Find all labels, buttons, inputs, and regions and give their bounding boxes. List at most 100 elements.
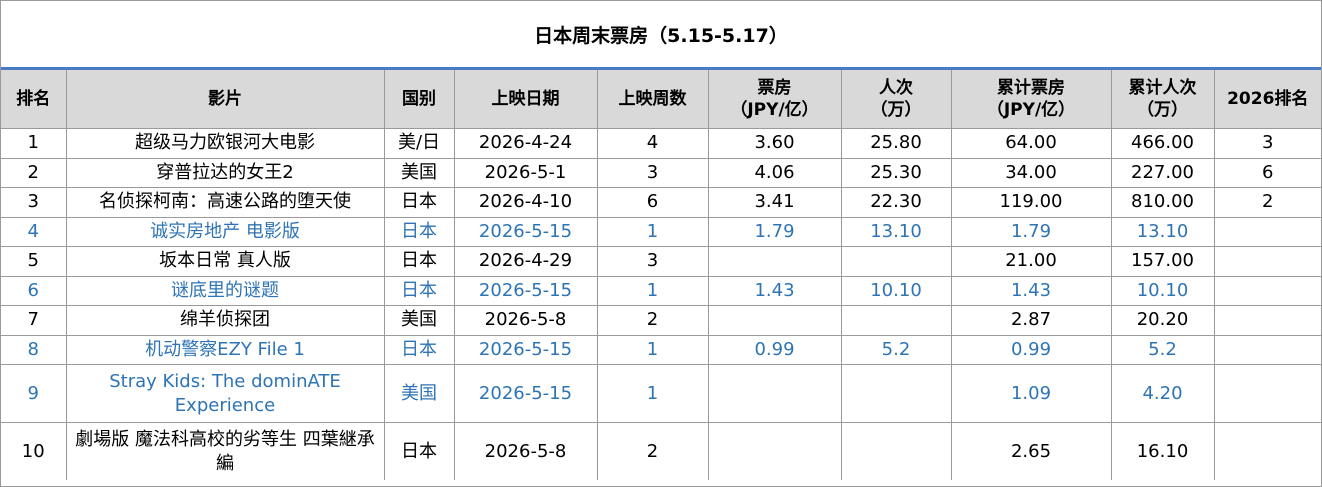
cell-total-admissions[interactable]: 157.00 [1110,246,1215,277]
cell-total-admissions[interactable]: 16.10 [1110,422,1215,480]
cell-weeks[interactable]: 3 [596,157,709,188]
cell-release-date[interactable]: 2026-4-10 [453,187,598,218]
cell-total-admissions[interactable]: 810.00 [1110,187,1215,218]
cell-gross[interactable]: 3.60 [707,128,842,159]
cell-release-date[interactable]: 2026-5-8 [453,305,598,336]
cell-country[interactable]: 日本 [383,275,455,306]
cell-admissions[interactable] [840,422,952,480]
cell-admissions[interactable]: 25.80 [840,128,952,159]
cell-total-admissions[interactable]: 4.20 [1110,364,1215,423]
cell-total-gross[interactable]: 0.99 [950,334,1112,365]
cell-film[interactable]: Stray Kids: The dominATE Experience [65,364,385,423]
cell-gross[interactable]: 0.99 [707,334,842,365]
cell-admissions[interactable]: 5.2 [840,334,952,365]
cell-total-gross[interactable]: 1.43 [950,275,1112,306]
cell-rank[interactable]: 10 [1,422,67,480]
cell-total-gross[interactable]: 2.87 [950,305,1112,336]
header-film[interactable]: 影片 [65,70,385,129]
cell-admissions[interactable]: 13.10 [840,216,952,247]
cell-release-date[interactable]: 2026-4-24 [453,128,598,159]
cell-release-date[interactable]: 2026-5-15 [453,334,598,365]
cell-rank[interactable]: 4 [1,216,67,247]
cell-admissions[interactable]: 25.30 [840,157,952,188]
cell-release-date[interactable]: 2026-5-15 [453,275,598,306]
cell-gross[interactable] [707,246,842,277]
header-gross[interactable]: 票房 （JPY/亿） [707,70,842,129]
cell-rank-2026[interactable] [1213,246,1321,277]
cell-weeks[interactable]: 1 [596,334,709,365]
cell-country[interactable]: 美国 [383,157,455,188]
cell-total-gross[interactable]: 64.00 [950,128,1112,159]
cell-total-gross[interactable]: 1.09 [950,364,1112,423]
cell-film[interactable]: 坂本日常 真人版 [65,246,385,277]
cell-rank-2026[interactable] [1213,305,1321,336]
cell-weeks[interactable]: 6 [596,187,709,218]
cell-total-gross[interactable]: 119.00 [950,187,1112,218]
cell-film[interactable]: 绵羊侦探团 [65,305,385,336]
cell-total-gross[interactable]: 2.65 [950,422,1112,480]
cell-rank[interactable]: 8 [1,334,67,365]
cell-rank[interactable]: 7 [1,305,67,336]
cell-rank[interactable]: 1 [1,128,67,159]
header-country[interactable]: 国别 [383,70,455,129]
cell-rank-2026[interactable] [1213,364,1321,423]
cell-rank[interactable]: 5 [1,246,67,277]
cell-film[interactable]: 超级马力欧银河大电影 [65,128,385,159]
cell-film[interactable]: 机动警察EZY File 1 [65,334,385,365]
cell-weeks[interactable]: 2 [596,305,709,336]
cell-total-admissions[interactable]: 10.10 [1110,275,1215,306]
cell-film[interactable]: 名侦探柯南：高速公路的堕天使 [65,187,385,218]
cell-admissions[interactable] [840,305,952,336]
cell-country[interactable]: 美国 [383,364,455,423]
cell-rank-2026[interactable] [1213,334,1321,365]
cell-gross[interactable] [707,422,842,480]
cell-gross[interactable] [707,364,842,423]
cell-country[interactable]: 日本 [383,334,455,365]
cell-gross[interactable]: 3.41 [707,187,842,218]
cell-country[interactable]: 日本 [383,216,455,247]
cell-release-date[interactable]: 2026-5-8 [453,422,598,480]
cell-country[interactable]: 美/日 [383,128,455,159]
cell-country[interactable]: 日本 [383,187,455,218]
cell-total-admissions[interactable]: 20.20 [1110,305,1215,336]
header-rank[interactable]: 排名 [1,70,67,129]
cell-rank[interactable]: 9 [1,364,67,423]
cell-rank-2026[interactable]: 2 [1213,187,1321,218]
header-total-gross[interactable]: 累计票房 （JPY/亿） [950,70,1112,129]
cell-admissions[interactable] [840,364,952,423]
cell-rank-2026[interactable] [1213,216,1321,247]
cell-country[interactable]: 日本 [383,422,455,480]
header-release-date[interactable]: 上映日期 [453,70,598,129]
cell-film[interactable]: 劇場版 魔法科高校的劣等生 四葉継承編 [65,422,385,480]
cell-gross[interactable] [707,305,842,336]
cell-release-date[interactable]: 2026-5-15 [453,216,598,247]
cell-total-gross[interactable]: 21.00 [950,246,1112,277]
cell-weeks[interactable]: 4 [596,128,709,159]
header-rank-2026[interactable]: 2026排名 [1213,70,1321,129]
cell-total-gross[interactable]: 1.79 [950,216,1112,247]
cell-total-admissions[interactable]: 5.2 [1110,334,1215,365]
header-weeks[interactable]: 上映周数 [596,70,709,129]
cell-gross[interactable]: 1.43 [707,275,842,306]
cell-admissions[interactable]: 10.10 [840,275,952,306]
cell-film[interactable]: 谜底里的谜题 [65,275,385,306]
cell-weeks[interactable]: 1 [596,275,709,306]
cell-rank[interactable]: 2 [1,157,67,188]
cell-film[interactable]: 诚实房地产 电影版 [65,216,385,247]
cell-release-date[interactable]: 2026-4-29 [453,246,598,277]
cell-weeks[interactable]: 2 [596,422,709,480]
header-total-admissions[interactable]: 累计人次 （万） [1110,70,1215,129]
cell-weeks[interactable]: 1 [596,216,709,247]
cell-total-admissions[interactable]: 13.10 [1110,216,1215,247]
cell-country[interactable]: 美国 [383,305,455,336]
cell-rank-2026[interactable] [1213,275,1321,306]
cell-weeks[interactable]: 3 [596,246,709,277]
header-admissions[interactable]: 人次 （万） [840,70,952,129]
cell-country[interactable]: 日本 [383,246,455,277]
cell-total-gross[interactable]: 34.00 [950,157,1112,188]
cell-gross[interactable]: 1.79 [707,216,842,247]
cell-rank-2026[interactable]: 3 [1213,128,1321,159]
cell-release-date[interactable]: 2026-5-15 [453,364,598,423]
cell-rank[interactable]: 6 [1,275,67,306]
cell-admissions[interactable]: 22.30 [840,187,952,218]
